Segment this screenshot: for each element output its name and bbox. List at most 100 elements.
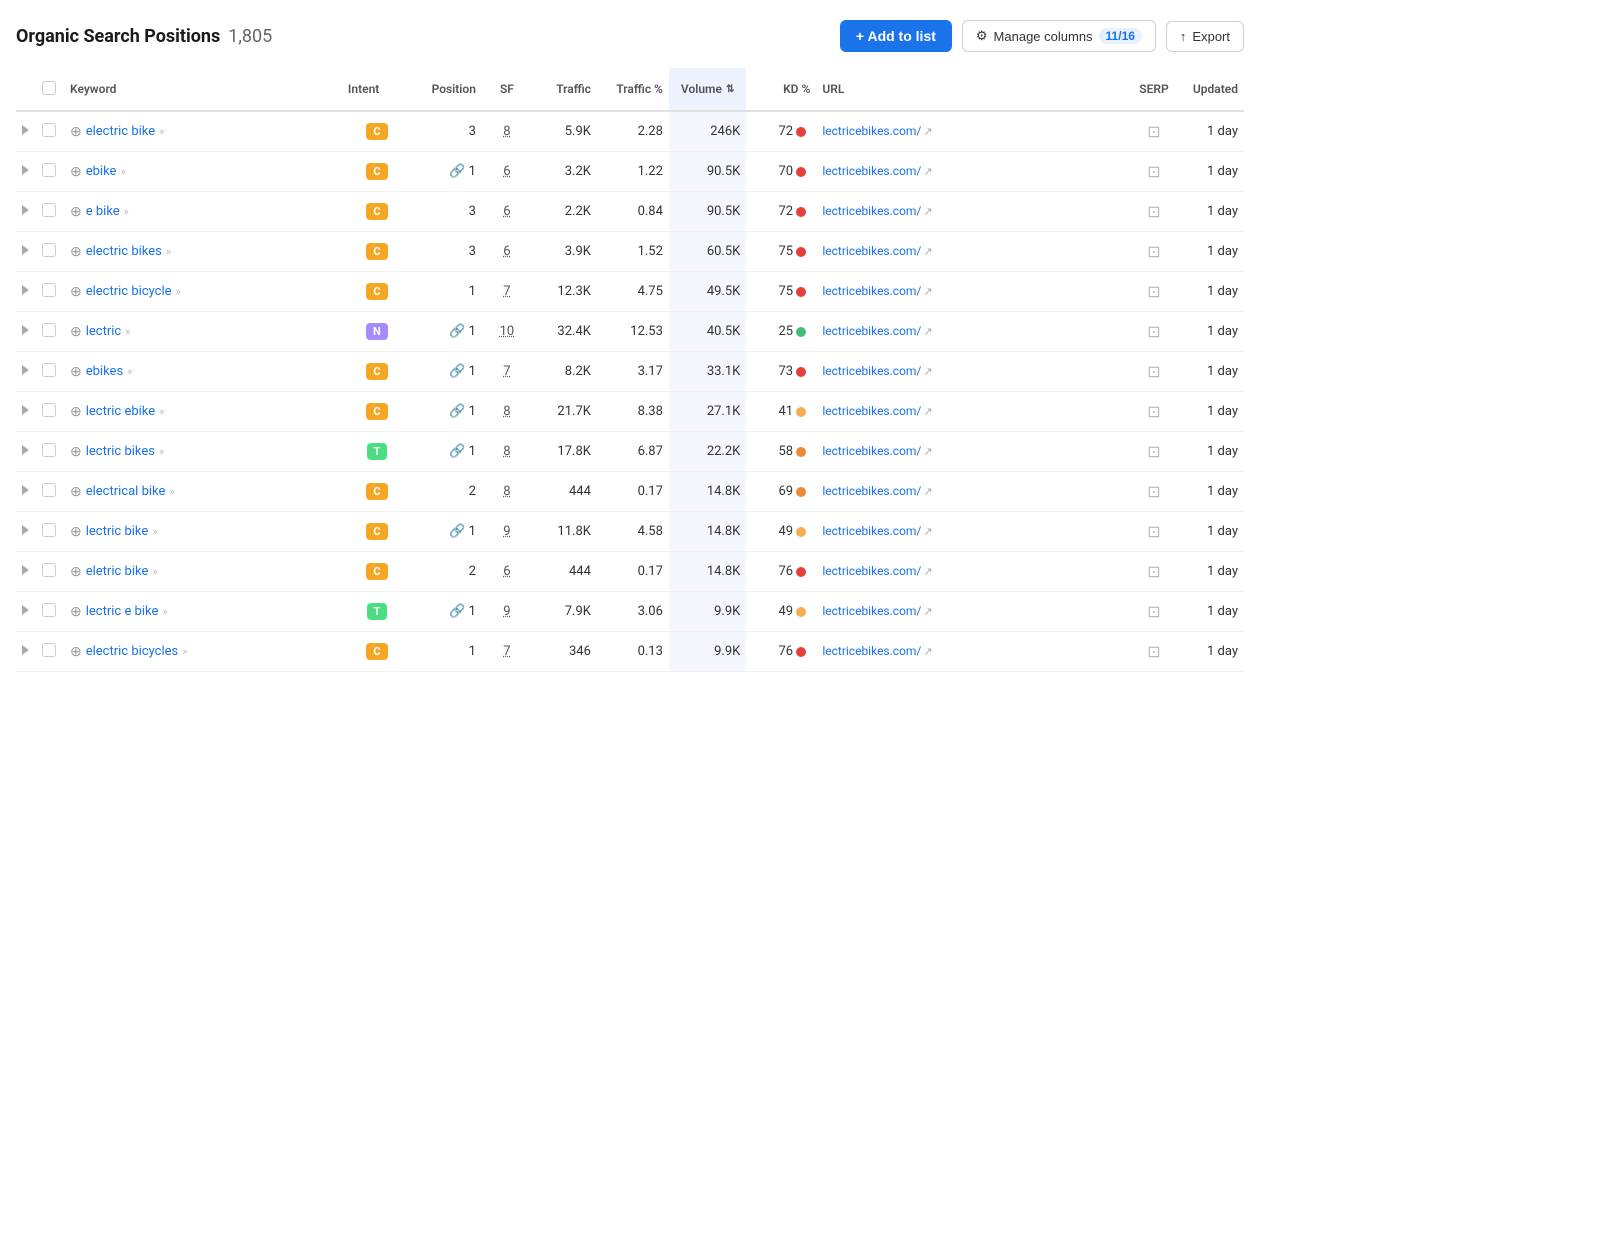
url-link[interactable]: lectricebikes.com/ [822,524,921,538]
serp-preview-icon[interactable]: ⊡ [1147,202,1160,221]
keyword-link[interactable]: ⊕ electric bicycles » [70,644,336,660]
url-link[interactable]: lectricebikes.com/ [822,124,921,138]
serp-preview-icon[interactable]: ⊡ [1147,402,1160,421]
sf-value: 7 [503,364,510,379]
url-link[interactable]: lectricebikes.com/ [822,204,921,218]
keyword-link[interactable]: ⊕ lectric ebike » [70,404,336,420]
url-link[interactable]: lectricebikes.com/ [822,604,921,618]
row-expand[interactable] [16,432,36,472]
keyword-link[interactable]: ⊕ lectric e bike » [70,604,336,620]
row-checkbox[interactable] [42,403,56,417]
keyword-link[interactable]: ⊕ lectric » [70,324,336,340]
serp-preview-icon[interactable]: ⊡ [1147,562,1160,581]
row-checkbox[interactable] [42,123,56,137]
row-expand[interactable] [16,111,36,152]
row-checkbox[interactable] [42,523,56,537]
chevron-icon[interactable] [22,125,29,135]
position-value: 1 [469,604,476,619]
keyword-link[interactable]: ⊕ electric bicycle » [70,284,336,300]
url-link[interactable]: lectricebikes.com/ [822,164,921,178]
link-icon: 🔗 [449,404,465,419]
row-expand[interactable] [16,352,36,392]
row-expand[interactable] [16,552,36,592]
table-row: ⊕ electric bicycle » C1712.3K4.7549.5K75… [16,272,1244,312]
sf-value: 8 [503,124,510,139]
row-checkbox[interactable] [42,483,56,497]
keyword-link[interactable]: ⊕ lectric bikes » [70,444,336,460]
row-expand[interactable] [16,232,36,272]
chevron-icon[interactable] [22,645,29,655]
row-checkbox[interactable] [42,643,56,657]
serp-preview-icon[interactable]: ⊡ [1147,642,1160,661]
th-traffic-pct: Traffic % [597,68,669,111]
url-link[interactable]: lectricebikes.com/ [822,644,921,658]
chevron-icon[interactable] [22,605,29,615]
keyword-text: electric bicycle [86,284,172,299]
serp-preview-icon[interactable]: ⊡ [1147,522,1160,541]
row-expand[interactable] [16,592,36,632]
chevron-icon[interactable] [22,365,29,375]
chevron-icon[interactable] [22,165,29,175]
serp-preview-icon[interactable]: ⊡ [1147,282,1160,301]
url-link[interactable]: lectricebikes.com/ [822,484,921,498]
chevron-icon[interactable] [22,325,29,335]
export-button[interactable]: ↑ Export [1166,21,1244,52]
url-link[interactable]: lectricebikes.com/ [822,284,921,298]
url-link[interactable]: lectricebikes.com/ [822,244,921,258]
url-link[interactable]: lectricebikes.com/ [822,404,921,418]
keyword-link[interactable]: ⊕ lectric bike » [70,524,336,540]
keyword-link[interactable]: ⊕ ebike » [70,164,336,180]
chevron-icon[interactable] [22,245,29,255]
chevron-icon[interactable] [22,405,29,415]
row-intent-cell: C [342,632,412,672]
row-sf-cell: 7 [482,632,532,672]
row-checkbox[interactable] [42,363,56,377]
row-checkbox[interactable] [42,603,56,617]
row-checkbox[interactable] [42,323,56,337]
keyword-link[interactable]: ⊕ eletric bike » [70,564,336,580]
url-link[interactable]: lectricebikes.com/ [822,444,921,458]
chevron-icon[interactable] [22,565,29,575]
row-expand[interactable] [16,152,36,192]
row-checkbox[interactable] [42,283,56,297]
serp-preview-icon[interactable]: ⊡ [1147,602,1160,621]
chevron-icon[interactable] [22,525,29,535]
kd-dot [796,127,806,137]
row-checkbox[interactable] [42,443,56,457]
row-expand[interactable] [16,632,36,672]
row-expand[interactable] [16,472,36,512]
row-expand[interactable] [16,312,36,352]
row-expand[interactable] [16,192,36,232]
add-to-list-button[interactable]: + Add to list [840,20,952,52]
row-checkbox[interactable] [42,563,56,577]
row-expand[interactable] [16,392,36,432]
serp-preview-icon[interactable]: ⊡ [1147,362,1160,381]
kd-value: 73 [778,364,793,379]
chevron-icon[interactable] [22,445,29,455]
row-checkbox[interactable] [42,243,56,257]
row-expand[interactable] [16,512,36,552]
serp-preview-icon[interactable]: ⊡ [1147,162,1160,181]
chevron-icon[interactable] [22,285,29,295]
chevron-icon[interactable] [22,485,29,495]
row-expand[interactable] [16,272,36,312]
row-updated-cell: 1 day [1179,552,1244,592]
serp-preview-icon[interactable]: ⊡ [1147,442,1160,461]
serp-preview-icon[interactable]: ⊡ [1147,242,1160,261]
serp-preview-icon[interactable]: ⊡ [1147,122,1160,141]
url-link[interactable]: lectricebikes.com/ [822,564,921,578]
keyword-link[interactable]: ⊕ electric bikes » [70,244,336,260]
select-all-checkbox[interactable] [42,81,56,95]
url-link[interactable]: lectricebikes.com/ [822,364,921,378]
keyword-link[interactable]: ⊕ ebikes » [70,364,336,380]
keyword-link[interactable]: ⊕ electric bike » [70,124,336,140]
serp-preview-icon[interactable]: ⊡ [1147,482,1160,501]
row-checkbox[interactable] [42,163,56,177]
row-checkbox[interactable] [42,203,56,217]
serp-preview-icon[interactable]: ⊡ [1147,322,1160,341]
manage-columns-button[interactable]: ⚙ Manage columns 11/16 [962,20,1156,52]
url-link[interactable]: lectricebikes.com/ [822,324,921,338]
keyword-link[interactable]: ⊕ e bike » [70,204,336,220]
keyword-link[interactable]: ⊕ electrical bike » [70,484,336,500]
chevron-icon[interactable] [22,205,29,215]
